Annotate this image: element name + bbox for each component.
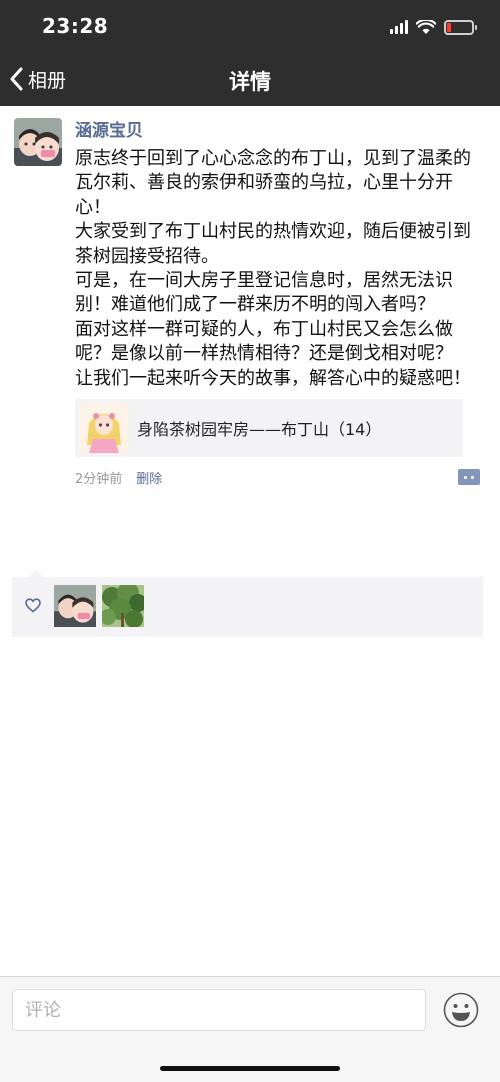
- cellular-signal-icon: [390, 20, 408, 34]
- likes-panel: [12, 569, 483, 637]
- post-time: 2分钟前: [75, 471, 123, 487]
- post-body: 涵源宝贝 原志终于回到了心心念念的布丁山，见到了温柔的瓦尔莉、善良的索伊和骄蛮的…: [75, 118, 487, 487]
- shared-article-title: 身陷茶树园牢房——布丁山（14）: [137, 420, 382, 440]
- liker-avatar[interactable]: [102, 585, 144, 627]
- author-name[interactable]: 涵源宝贝: [75, 118, 487, 144]
- page-title: 详情: [229, 70, 271, 94]
- comment-input[interactable]: [12, 989, 426, 1031]
- status-icons: [390, 18, 477, 36]
- status-bar: 23:28: [0, 0, 500, 52]
- nav-bar: 相册 详情: [0, 52, 500, 106]
- home-indicator: [160, 1066, 340, 1071]
- shared-article-thumbnail: [79, 403, 129, 454]
- wifi-icon: [416, 19, 436, 34]
- delete-button[interactable]: 删除: [136, 468, 162, 487]
- heart-icon: [25, 598, 41, 613]
- post-text: 原志终于回到了心心念念的布丁山，见到了温柔的瓦尔莉、善良的索伊和骄蛮的乌拉，心里…: [75, 148, 471, 389]
- author-avatar[interactable]: [14, 118, 62, 166]
- status-time: 23:28: [42, 14, 109, 38]
- battery-icon: [444, 19, 477, 35]
- emoji-icon: [443, 992, 479, 1028]
- liker-avatar[interactable]: [54, 585, 96, 627]
- emoji-button[interactable]: [443, 992, 479, 1028]
- more-actions-button[interactable]: [458, 469, 480, 486]
- comment-bar: [0, 976, 500, 1082]
- battery-level: [447, 22, 451, 32]
- post-meta: 2分钟前 删除: [75, 467, 487, 487]
- shared-article-card[interactable]: 身陷茶树园牢房——布丁山（14）: [75, 399, 463, 458]
